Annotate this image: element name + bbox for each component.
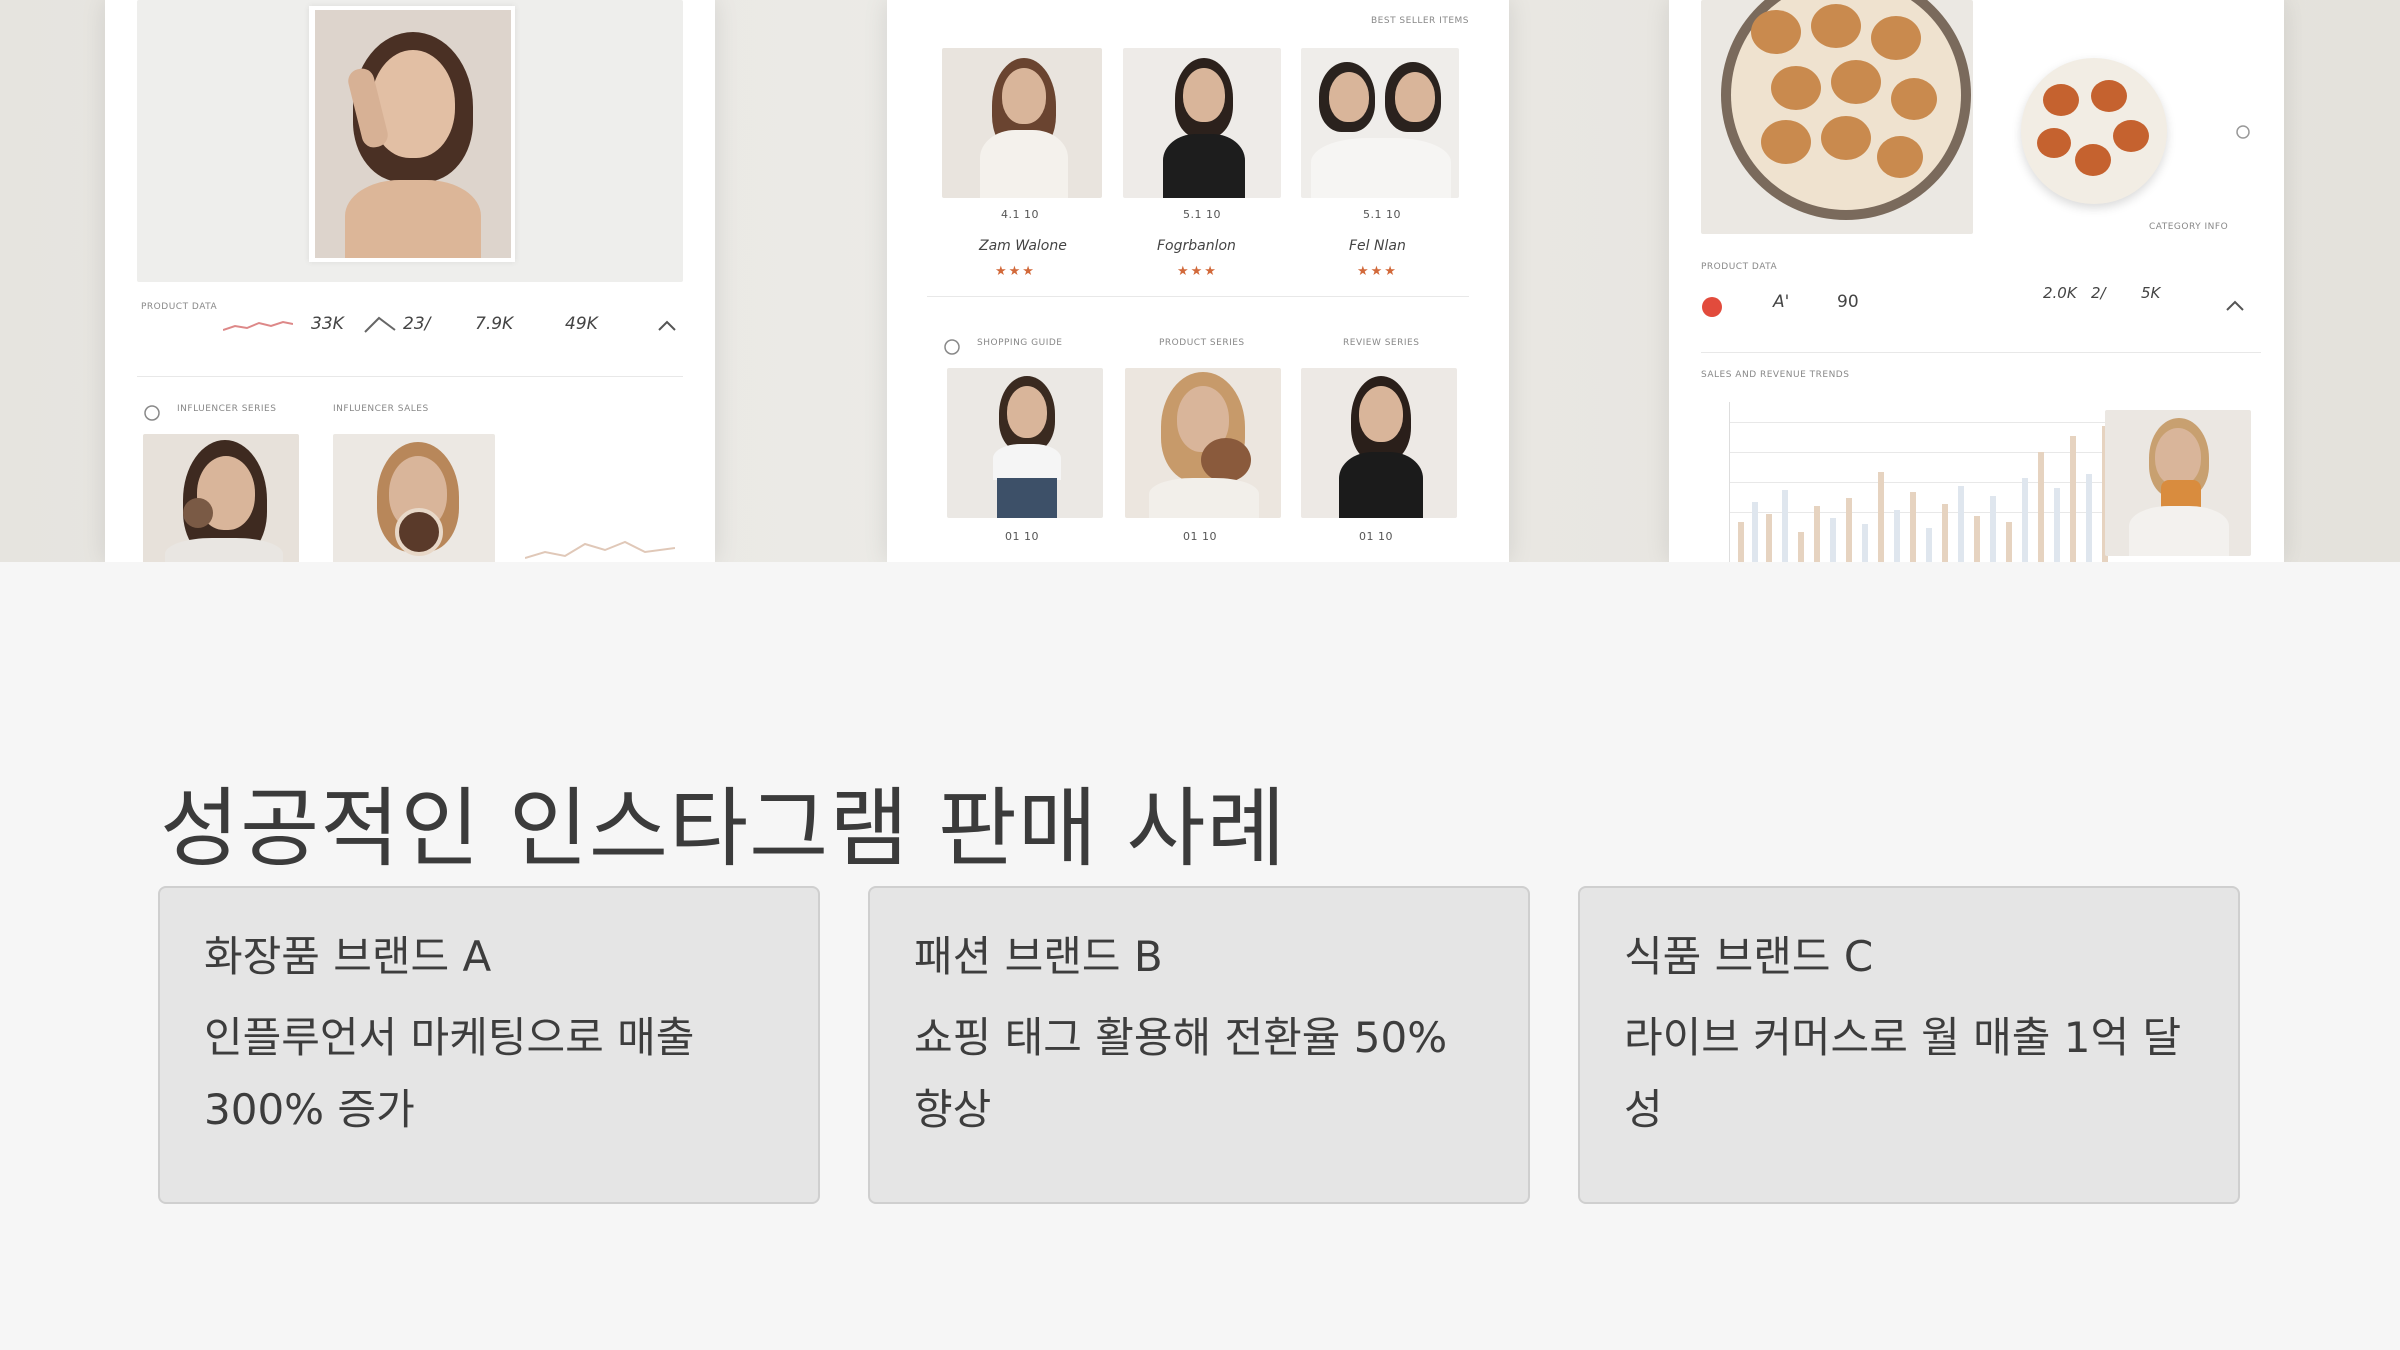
product-photo: [1125, 368, 1281, 518]
radio-icon[interactable]: [2235, 124, 2251, 140]
section-label: INFLUENCER SERIES: [177, 404, 277, 414]
mockup-food: CATEGORY INFO PRODUCT DATA A' 90 2.0K 2/…: [1669, 0, 2284, 562]
product-photo: [1123, 48, 1281, 198]
case-card-food: 식품 브랜드 C 라이브 커머스로 월 매출 1억 달성: [1578, 886, 2240, 1204]
case-card-body: 쇼핑 태그 활용해 전환율 50% 향상: [914, 1013, 1448, 1134]
food-photo: [1701, 0, 1973, 234]
hero-product-photo: [137, 0, 683, 282]
case-card-title: 식품 브랜드 C: [1624, 932, 1874, 981]
metric-value: 90: [1837, 292, 1859, 312]
rating-stars: ★★★: [995, 264, 1036, 279]
case-card-cosmetics: 화장품 브랜드 A 인플루언서 마케팅으로 매출 300% 증가: [158, 886, 820, 1204]
price-label: 5.1 10: [1183, 208, 1221, 221]
radio-icon[interactable]: [943, 338, 961, 356]
price-label: 4.1 10: [1001, 208, 1039, 221]
hero-image: PRODUCT DATA 33K 23/ 7.9K 49K INFLUENCER…: [0, 0, 2400, 562]
metric-label: PRODUCT DATA: [1701, 262, 1778, 272]
chevron-up-icon[interactable]: [2225, 298, 2245, 312]
case-card-body: 라이브 커머스로 월 매출 1억 달성: [1624, 1013, 2182, 1134]
metric-value: 23/: [403, 314, 431, 334]
customer-photo: [2105, 410, 2251, 556]
rating-stars: ★★★: [1357, 264, 1398, 279]
metric-value: 2/: [2091, 284, 2106, 302]
food-bowl: [2021, 58, 2167, 204]
section-label: PRODUCT SERIES: [1159, 338, 1245, 348]
rating-stars: ★★★: [1177, 264, 1218, 279]
price-label: 01 10: [1005, 530, 1039, 543]
metric-value: 2.0K: [2043, 284, 2077, 302]
section-label: SHOPPING GUIDE: [977, 338, 1063, 348]
product-photo: [1301, 48, 1459, 198]
mockup-cosmetics: PRODUCT DATA 33K 23/ 7.9K 49K INFLUENCER…: [105, 0, 715, 562]
mini-chart-icon: [525, 540, 675, 559]
case-card-title: 화장품 브랜드 A: [204, 932, 492, 981]
mockup-fashion: BEST SELLER ITEMS 4.1 10 5.1 10 5.1 10 Z…: [887, 0, 1509, 562]
product-name: Zam Walone: [979, 238, 1067, 254]
price-label: 01 10: [1183, 530, 1217, 543]
header-label: CATEGORY INFO: [2149, 222, 2229, 232]
metric-value: 49K: [565, 314, 598, 334]
section-label: REVIEW SERIES: [1343, 338, 1420, 348]
influencer-photo: [333, 434, 495, 562]
bar-chart: [1729, 402, 2120, 562]
radio-icon[interactable]: [143, 404, 161, 422]
sparkline-icon: [223, 320, 293, 331]
product-photo: [942, 48, 1102, 198]
case-card-body: 인플루언서 마케팅으로 매출 300% 증가: [204, 1013, 695, 1134]
metric-value: A': [1773, 292, 1790, 312]
metric-value: 5K: [2141, 284, 2161, 302]
trend-up-icon: [364, 316, 396, 333]
case-card-title: 패션 브랜드 B: [914, 932, 1163, 981]
metric-label: PRODUCT DATA: [141, 302, 218, 312]
product-name: Fel Nlan: [1349, 238, 1406, 254]
price-label: 5.1 10: [1363, 208, 1401, 221]
metric-value: 7.9K: [475, 314, 514, 334]
header-label: BEST SELLER ITEMS: [1371, 16, 1469, 26]
live-dot-icon: [1702, 297, 1722, 317]
product-photo: [1301, 368, 1457, 518]
product-photo: [947, 368, 1103, 518]
influencer-photo: [143, 434, 299, 562]
price-label: 01 10: [1359, 530, 1393, 543]
chart-label: SALES AND REVENUE TRENDS: [1701, 370, 1850, 380]
product-name: Fogrbanlon: [1157, 238, 1236, 254]
case-card-fashion: 패션 브랜드 B 쇼핑 태그 활용해 전환율 50% 향상: [868, 886, 1530, 1204]
metric-value: 33K: [311, 314, 344, 334]
section-label: INFLUENCER SALES: [333, 404, 429, 414]
page-title: 성공적인 인스타그램 판매 사례: [160, 778, 1287, 879]
chevron-up-icon[interactable]: [657, 318, 677, 332]
